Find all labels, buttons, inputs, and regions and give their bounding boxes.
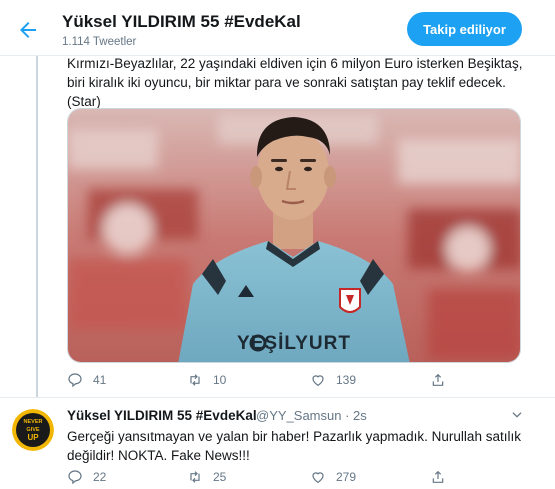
heart-icon xyxy=(312,375,324,387)
reply-author-handle[interactable]: @YY_Samsun · 2s xyxy=(256,408,367,423)
retweet-icon xyxy=(190,374,200,386)
comment-icon xyxy=(68,373,82,388)
retweet-button[interactable]: 25 xyxy=(187,469,226,485)
like-button[interactable]: 139 xyxy=(310,372,356,388)
thread-line xyxy=(36,56,38,397)
reply-button[interactable]: 41 xyxy=(67,372,106,388)
like-count: 139 xyxy=(336,373,357,387)
back-arrow-icon[interactable] xyxy=(16,18,40,42)
following-button[interactable]: Takip ediliyor xyxy=(407,12,522,46)
tweet-text-line: biri kiralık iki oyuncu, bir miktar para… xyxy=(67,75,506,90)
profile-header: Yüksel YILDIRIM 55 #EvdeKal 1.114 Tweetl… xyxy=(0,0,555,56)
share-button[interactable] xyxy=(430,372,456,388)
share-icon xyxy=(432,373,444,386)
reply-text-line: Gerçeği yansıtmayan ve yalan bir haber! … xyxy=(67,429,521,444)
like-button[interactable]: 279 xyxy=(310,469,356,485)
like-count: 279 xyxy=(336,470,357,484)
tweet-text: Kırmızı-Beyazlılar, 22 yaşındaki eldiven… xyxy=(67,54,537,111)
tweet-divider xyxy=(0,397,555,398)
reply-actions: 22 25 279 xyxy=(67,469,487,489)
tweet-photo[interactable]: YEŞİLYURT xyxy=(67,108,521,363)
reply-text: Gerçeği yansıtmayan ve yalan bir haber! … xyxy=(67,427,537,465)
avatar[interactable]: NEVER GIVE UP xyxy=(12,409,54,451)
retweet-count: 25 xyxy=(213,470,227,484)
tweet-text-line: Kırmızı-Beyazlılar, 22 yaşındaki eldiven… xyxy=(67,56,523,71)
reply-button[interactable]: 22 xyxy=(67,469,106,485)
retweet-count: 10 xyxy=(213,373,227,387)
reply-author-name[interactable]: Yüksel YILDIRIM 55 #EvdeKal xyxy=(67,408,257,423)
retweet-button[interactable]: 10 xyxy=(187,372,226,388)
reply-count: 41 xyxy=(93,373,107,387)
share-icon xyxy=(432,470,444,483)
avatar-text-line: UP xyxy=(27,433,39,442)
avatar-text-line: NEVER xyxy=(24,419,43,425)
share-button[interactable] xyxy=(430,469,456,485)
tweet-count: 1.114 Tweetler xyxy=(62,36,137,48)
heart-icon xyxy=(312,472,324,484)
never-give-up-avatar-icon: NEVER GIVE UP xyxy=(12,409,54,451)
comment-icon xyxy=(68,470,82,485)
reply-text-line: değildir! NOKTA. Fake News!!! xyxy=(67,448,250,463)
reply-count: 22 xyxy=(93,470,107,484)
retweet-icon xyxy=(190,471,200,483)
header-title: Yüksel YILDIRIM 55 #EvdeKal xyxy=(62,12,301,31)
chevron-down-icon[interactable] xyxy=(510,408,524,422)
tweet-actions: 41 10 139 xyxy=(67,372,487,392)
goalkeeper-photo: YEŞİLYURT xyxy=(68,109,520,362)
